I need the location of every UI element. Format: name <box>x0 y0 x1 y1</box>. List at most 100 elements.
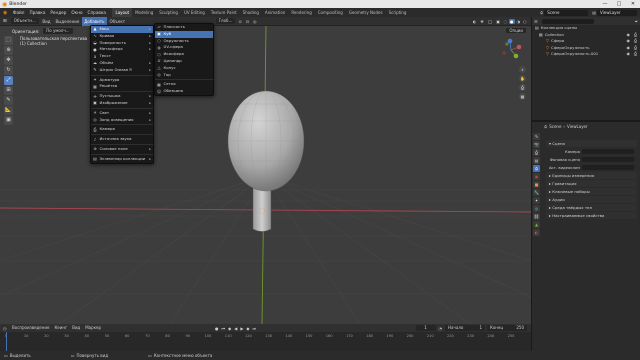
properties-section[interactable]: ▸ Среда твёрдых тел <box>546 204 637 211</box>
menu-view[interactable]: Вид <box>40 17 53 26</box>
add-menu-item-armature[interactable]: ✦ Арматура <box>91 77 153 84</box>
minimize-button[interactable]: — <box>598 0 612 8</box>
add-menu-item-volume[interactable]: ☁ Объём ▸ <box>91 60 153 67</box>
add-menu-item-image[interactable]: ▣ Изображение ▸ <box>91 100 153 107</box>
particles-tab-icon[interactable]: ✦ <box>533 197 540 204</box>
scene-field[interactable]: Scene <box>544 9 589 16</box>
add-menu-item-camera[interactable]: ⎙ Камера <box>91 126 153 133</box>
frame-ruler[interactable]: 0102030405060708090100110120130140150160… <box>0 334 531 340</box>
mesh-menu-item-circle[interactable]: ○ Окружность <box>155 38 213 45</box>
pivot-icon[interactable]: ⊙ <box>236 19 243 24</box>
timeline-editor-icon[interactable]: ◷ <box>0 326 10 331</box>
tab-modeling[interactable]: Modeling <box>132 8 156 17</box>
outliner-editor-icon[interactable]: ☰ <box>534 19 538 24</box>
options-button[interactable]: Опции <box>506 28 526 33</box>
menu-timeline-view[interactable]: Вид <box>70 324 83 332</box>
menu-file[interactable]: Файл <box>10 8 27 17</box>
mesh-menu-item-cube[interactable]: ▣ Куб <box>155 30 213 38</box>
proportional-edit-icon[interactable]: ◎ <box>251 19 259 24</box>
tab-sculpting[interactable]: Sculpting <box>156 8 181 17</box>
add-menu-item-light[interactable]: ☀ Свет ▸ <box>91 110 153 117</box>
view-layer-tab-icon[interactable]: ▤ <box>533 157 540 164</box>
outliner-search[interactable] <box>541 18 594 24</box>
tab-animation[interactable]: Animation <box>262 8 288 17</box>
add-menu-item-metaball[interactable]: ● Метасфера ▸ <box>91 46 153 53</box>
outliner-item[interactable]: ▽ СфераОкружность.001 ◉ ⎙ <box>532 51 640 58</box>
tab-rendering[interactable]: Rendering <box>288 8 314 17</box>
end-frame-field[interactable]: Конец 250 <box>487 325 527 331</box>
stopwatch-icon[interactable]: ◔ <box>437 326 445 331</box>
editor-type-icon[interactable]: ⊞ <box>0 19 10 24</box>
property-field[interactable] <box>582 148 634 155</box>
filter-icon[interactable]: ⏷ <box>635 19 638 24</box>
add-menu-item-light-probe[interactable]: ◎ Зонд освещения ▸ <box>91 117 153 124</box>
transform-icon[interactable]: ⊞ <box>4 86 13 95</box>
rendered-shading-icon[interactable]: ○ <box>522 19 529 24</box>
menu-select[interactable]: Выделение <box>53 17 82 26</box>
start-frame-field[interactable]: Начало 1 <box>445 325 485 331</box>
annotate-icon[interactable]: ✎ <box>4 96 13 105</box>
zoom-icon[interactable]: ⌕ <box>519 66 526 73</box>
mesh-menu-item-cylinder[interactable]: ⌭ Цилиндр <box>155 58 213 65</box>
menu-playback[interactable]: Воспроизведение <box>10 324 52 332</box>
tab-scripting[interactable]: Scripting <box>386 8 410 17</box>
add-menu-item-force-field[interactable]: ⊛ Силовое поле ▸ <box>91 146 153 153</box>
mesh-menu-item-monkey[interactable]: ☺ Обезьяна <box>155 88 213 95</box>
overlay-icon[interactable]: ◯ <box>486 19 494 24</box>
tool-tab-icon[interactable]: ✎ <box>533 133 540 140</box>
constraints-tab-icon[interactable]: ⛓ <box>533 213 540 220</box>
menu-marker[interactable]: Маркер <box>83 324 104 332</box>
pan-hand-icon[interactable]: ✋ <box>519 75 526 82</box>
jump-end-icon[interactable]: ⏭ <box>251 326 258 331</box>
3d-viewport[interactable]: Пользовательская перспектива (1) Collect… <box>0 26 531 324</box>
current-frame-field[interactable]: 1 <box>415 325 436 331</box>
add-menu-item-curve[interactable]: ∿ Кривая ▸ <box>91 33 153 40</box>
blender-menu-icon[interactable]: ◉ <box>0 10 10 16</box>
render-tab-icon[interactable]: 📷 <box>533 141 540 148</box>
output-tab-icon[interactable]: ⎙ <box>533 149 540 156</box>
object-tab-icon[interactable]: ■ <box>533 181 540 188</box>
add-menu-item-speaker[interactable]: ♪ Источник звука <box>91 136 153 143</box>
playhead[interactable] <box>6 332 7 351</box>
perspective-grid-icon[interactable]: ▦ <box>519 93 526 100</box>
mesh-menu-item-cone[interactable]: △ Конус <box>155 65 213 72</box>
render-visibility-icon[interactable]: ⎙ <box>634 51 637 58</box>
properties-section[interactable]: ▸ Гравитация <box>546 180 637 187</box>
orientation-selector[interactable]: По умолч... <box>43 28 73 34</box>
transform-orientation[interactable]: Глоб... <box>215 18 236 24</box>
world-tab-icon[interactable]: ◉ <box>533 173 540 180</box>
snap-icon[interactable]: ⊡ <box>244 19 251 24</box>
visibility-icon[interactable]: ◐ <box>471 19 479 24</box>
mode-selector[interactable]: Объектн... <box>10 18 39 24</box>
add-cube-icon[interactable]: ▣ <box>4 116 13 125</box>
mesh-menu-item-uv-sphere[interactable]: ◍ UV-сфера <box>155 44 213 51</box>
mesh-menu-item-ico-sphere[interactable]: ⬡ Икосфера <box>155 51 213 58</box>
properties-section[interactable]: ▸ Единицы измерения <box>546 172 637 179</box>
physics-tab-icon[interactable]: ◎ <box>533 205 540 212</box>
add-menu-item-text[interactable]: a Текст <box>91 53 153 60</box>
scene-panel-header[interactable]: ▾ Сцена <box>546 140 637 147</box>
navigation-gizmo[interactable] <box>499 38 523 62</box>
mesh-menu-item-torus[interactable]: ◎ Тор <box>155 72 213 79</box>
properties-section[interactable]: ▸ Аудио <box>546 196 637 203</box>
scale-icon[interactable]: ⤢ <box>4 76 13 85</box>
modifier-tab-icon[interactable]: 🔧 <box>533 189 540 196</box>
material-tab-icon[interactable]: ◐ <box>533 229 540 236</box>
jump-start-icon[interactable]: ⏮ <box>220 326 227 331</box>
tab-compositing[interactable]: Compositing <box>315 8 346 17</box>
cursor-icon[interactable]: ⊕ <box>4 46 13 55</box>
tab-texture-paint[interactable]: Texture Paint <box>208 8 240 17</box>
maximize-button[interactable]: □ <box>612 0 626 8</box>
camera-view-icon[interactable]: ⎙ <box>519 84 526 91</box>
properties-section[interactable]: ▸ Настраиваемые свойства <box>546 212 637 219</box>
add-menu-item-empty[interactable]: ✛ Пустышка ▸ <box>91 93 153 100</box>
property-field[interactable] <box>582 156 634 163</box>
rotate-icon[interactable]: ↻ <box>4 66 13 75</box>
timeline-area[interactable]: 0102030405060708090100110120130140150160… <box>0 332 531 351</box>
property-field[interactable] <box>582 164 634 171</box>
properties-section[interactable]: ▸ Ключевые наборы <box>546 188 637 195</box>
measure-icon[interactable]: 📐 <box>4 106 13 115</box>
tab-geometry-nodes[interactable]: Geometry Nodes <box>346 8 386 17</box>
scene-tab-icon[interactable]: ⛭ <box>533 165 540 172</box>
visibility-eye-icon[interactable]: ◉ <box>626 51 629 58</box>
